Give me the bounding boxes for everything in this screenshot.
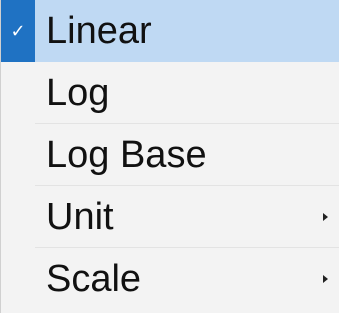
menu-item-log-base[interactable]: Log Base (1, 124, 339, 186)
menu-item-label: Log Base (46, 134, 207, 176)
menu-item-label: Linear (46, 10, 152, 52)
submenu-arrow-icon (323, 275, 328, 283)
submenu-arrow-icon (323, 213, 328, 221)
menu-item-label: Scale (46, 258, 142, 300)
menu-item-label: Unit (46, 196, 114, 238)
checkmark-icon: ✓ (10, 21, 26, 41)
scale-context-menu: ✓ Linear Log Log Base Unit Scale (0, 0, 339, 313)
menu-item-scale[interactable]: Scale (1, 248, 339, 310)
menu-item-linear[interactable]: ✓ Linear (1, 0, 339, 62)
checked-indicator: ✓ (1, 0, 35, 62)
menu-item-unit[interactable]: Unit (1, 186, 339, 248)
menu-item-label: Log (46, 72, 110, 114)
menu-item-log[interactable]: Log (1, 62, 339, 124)
